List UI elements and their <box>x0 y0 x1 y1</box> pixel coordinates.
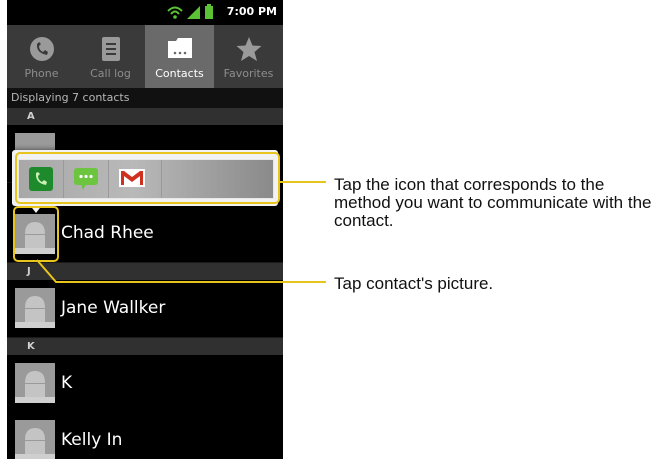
tab-contacts[interactable]: Contacts <box>145 25 214 88</box>
signal-icon <box>187 6 200 19</box>
tab-label: Phone <box>24 67 59 80</box>
callout-icons-text: Tap the icon that corresponds to the met… <box>334 175 652 230</box>
contact-row-k[interactable]: K <box>7 355 283 413</box>
status-bar: 7:00 PM <box>7 0 283 25</box>
contact-name: Chad Rhee <box>61 223 154 243</box>
avatar-footer <box>15 454 55 459</box>
tab-call-log[interactable]: Call log <box>76 25 145 88</box>
wifi-icon <box>167 6 183 19</box>
tab-label: Call log <box>90 67 131 80</box>
callout-line-icons <box>280 181 326 183</box>
section-header-a: A <box>7 108 283 125</box>
contact-picture[interactable] <box>15 420 55 459</box>
tab-favorites[interactable]: Favorites <box>214 25 283 88</box>
callout-line-picture <box>36 259 326 283</box>
android-avatar-icon <box>25 428 45 454</box>
android-avatar-icon <box>25 371 45 397</box>
contact-picture[interactable] <box>15 363 55 403</box>
callout-picture-text: Tap contact's picture. <box>334 274 494 293</box>
contact-picture[interactable] <box>15 288 55 328</box>
contact-name: Jane Wallker <box>61 298 166 318</box>
contact-row-jane-wallker[interactable]: Jane Wallker <box>7 280 283 338</box>
contact-name: Kelly In <box>61 430 123 450</box>
contacts-icon <box>167 38 192 58</box>
section-header-k: K <box>7 338 283 355</box>
actions-highlight <box>15 152 280 204</box>
tab-phone[interactable]: Phone <box>7 25 76 88</box>
avatar-footer <box>15 397 55 403</box>
contacts-count: Displaying 7 contacts <box>7 88 283 108</box>
avatar-footer <box>15 322 55 328</box>
call-log-icon <box>101 37 120 61</box>
android-avatar-icon <box>25 296 45 322</box>
status-time: 7:00 PM <box>226 5 277 18</box>
contact-row-kelly-in[interactable]: Kelly In <box>7 412 283 459</box>
phone-icon <box>29 37 54 61</box>
picture-highlight <box>13 206 59 262</box>
tab-label: Contacts <box>155 67 204 80</box>
battery-icon <box>205 4 213 19</box>
contact-name: K <box>61 373 73 393</box>
star-icon <box>236 37 261 61</box>
tab-label: Favorites <box>223 67 274 80</box>
tab-bar: Phone Call log Contacts Favorites <box>7 25 283 88</box>
